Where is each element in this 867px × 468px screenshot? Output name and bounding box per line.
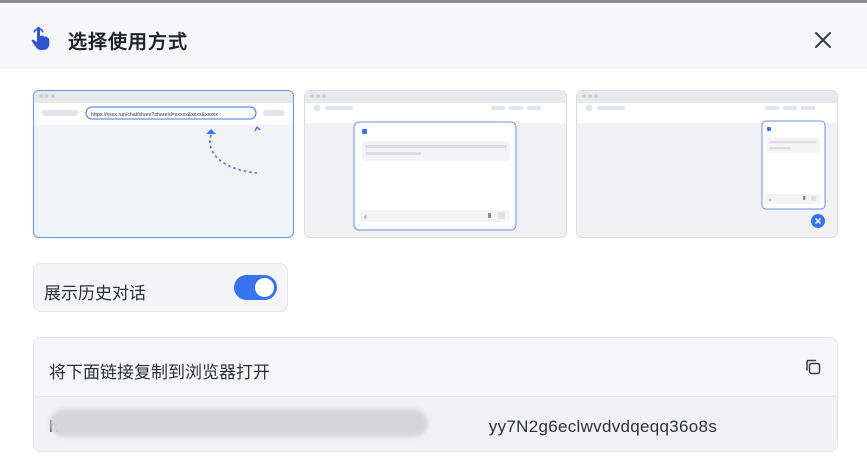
bubble-preview-illustration: # — [577, 91, 837, 228]
dialog-title: 选择使用方式 — [68, 32, 189, 53]
mode-card-iframe-embed[interactable]: # — [304, 90, 567, 238]
show-history-option: 展示历史对话 — [33, 263, 288, 312]
redaction-overlay — [50, 409, 428, 437]
close-icon[interactable] — [810, 27, 836, 53]
share-link-url-suffix: yy7N2g6eclwvdvdqeqq36o8s — [488, 417, 718, 436]
mode-card-floating-bubble[interactable]: # — [576, 90, 838, 238]
show-history-label: 展示历史对话 — [44, 284, 146, 303]
toggle-knob — [255, 278, 274, 297]
full-page-preview-illustration: https://xxxx.run/chat/share?shareId=xxxx… — [34, 91, 293, 174]
mode-card-full-page[interactable]: https://xxxx.run/chat/share?shareId=xxxx… — [33, 90, 294, 238]
svg-text:#: # — [364, 215, 367, 221]
share-link-title: 将下面链接复制到浏览器打开 — [49, 363, 270, 382]
address-bar-url: https://xxxx.run/chat/share?shareId=xxxx… — [91, 112, 218, 118]
dialog-header: 选择使用方式 — [0, 3, 867, 69]
pointer-hand-icon — [31, 26, 50, 50]
iframe-preview-illustration: # — [305, 91, 566, 231]
copy-icon[interactable] — [804, 358, 822, 376]
share-link-header: 将下面链接复制到浏览器打开 — [34, 338, 837, 397]
show-history-toggle[interactable] — [234, 275, 277, 300]
